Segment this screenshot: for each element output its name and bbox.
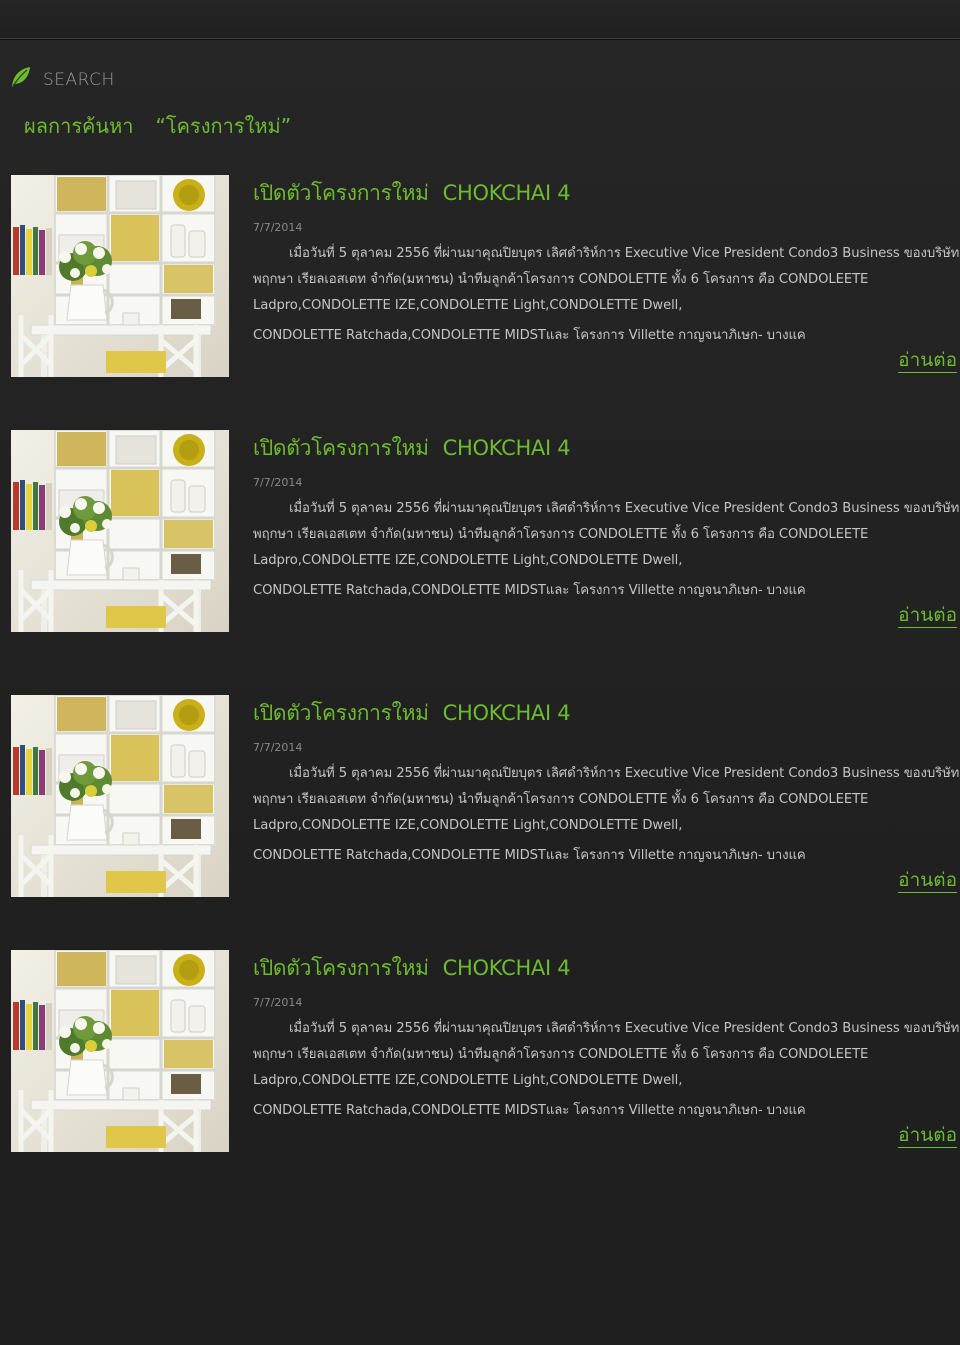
result-query: “โครงการใหม่”: [155, 114, 292, 138]
excerpt-line: CONDOLETTE Ratchada,CONDOLETTE MIDSTและ …: [253, 848, 806, 863]
article-date: 7/7/2014: [253, 996, 303, 1009]
article-thumbnail[interactable]: [11, 695, 229, 897]
excerpt-line: Ladpro,CONDOLETTE IZE,CONDOLETTE Light,C…: [253, 1073, 683, 1088]
article-excerpt: เมื่อวันที่ 5 ตุลาคม 2556 ที่ผ่านมาคุณปิ…: [253, 496, 960, 604]
read-more-link[interactable]: อ่านต่อ: [898, 604, 957, 628]
search-result-title: ผลการค้นหา “โครงการใหม่”: [24, 110, 291, 142]
article-thumbnail[interactable]: [11, 950, 229, 1152]
excerpt-line: พฤกษา เรียลเอสเตท จำกัด(มหาชน) นำทีมลูกค…: [253, 1047, 869, 1062]
read-more-link[interactable]: อ่านต่อ: [898, 869, 957, 893]
article-title-text: เปิดตัวโครงการใหม่: [253, 701, 429, 725]
article-date: 7/7/2014: [253, 476, 303, 489]
search-heading: SEARCH: [10, 60, 115, 94]
article-excerpt: เมื่อวันที่ 5 ตุลาคม 2556 ที่ผ่านมาคุณปิ…: [253, 241, 960, 349]
article-project-name: CHOKCHAI 4: [442, 181, 571, 205]
excerpt-line: พฤกษา เรียลเอสเตท จำกัด(มหาชน) นำทีมลูกค…: [253, 792, 869, 807]
article-date: 7/7/2014: [253, 741, 303, 754]
article-date: 7/7/2014: [253, 221, 303, 234]
article-project-name: CHOKCHAI 4: [442, 956, 571, 980]
excerpt-line: CONDOLETTE Ratchada,CONDOLETTE MIDSTและ …: [253, 583, 806, 598]
article-excerpt: เมื่อวันที่ 5 ตุลาคม 2556 ที่ผ่านมาคุณปิ…: [253, 761, 960, 869]
excerpt-line: CONDOLETTE Ratchada,CONDOLETTE MIDSTและ …: [253, 1103, 806, 1118]
kitchen-shelf-photo-icon: [11, 175, 229, 377]
excerpt-line: Ladpro,CONDOLETTE IZE,CONDOLETTE Light,C…: [253, 818, 683, 833]
read-more-link[interactable]: อ่านต่อ: [898, 349, 957, 373]
excerpt-line: เมื่อวันที่ 5 ตุลาคม 2556 ที่ผ่านมาคุณปิ…: [289, 1021, 960, 1036]
kitchen-shelf-photo-icon: [11, 695, 229, 897]
article-title[interactable]: เปิดตัวโครงการใหม่ CHOKCHAI 4: [253, 952, 571, 985]
article-title-text: เปิดตัวโครงการใหม่: [253, 436, 429, 460]
kitchen-shelf-photo-icon: [11, 950, 229, 1152]
article-title[interactable]: เปิดตัวโครงการใหม่ CHOKCHAI 4: [253, 697, 571, 730]
article-title[interactable]: เปิดตัวโครงการใหม่ CHOKCHAI 4: [253, 432, 571, 465]
article-project-name: CHOKCHAI 4: [442, 701, 571, 725]
leaf-icon: [10, 65, 32, 89]
article-title[interactable]: เปิดตัวโครงการใหม่ CHOKCHAI 4: [253, 177, 571, 210]
search-label: SEARCH: [43, 70, 115, 90]
article-project-name: CHOKCHAI 4: [442, 436, 571, 460]
result-prefix: ผลการค้นหา: [24, 114, 134, 138]
article-item: เปิดตัวโครงการใหม่ CHOKCHAI 4 7/7/2014 เม…: [0, 695, 960, 905]
article-title-text: เปิดตัวโครงการใหม่: [253, 956, 429, 980]
article-item: เปิดตัวโครงการใหม่ CHOKCHAI 4 7/7/2014 เม…: [0, 430, 960, 640]
excerpt-line: พฤกษา เรียลเอสเตท จำกัด(มหาชน) นำทีมลูกค…: [253, 527, 869, 542]
article-thumbnail[interactable]: [11, 430, 229, 632]
excerpt-line: Ladpro,CONDOLETTE IZE,CONDOLETTE Light,C…: [253, 298, 683, 313]
article-item: เปิดตัวโครงการใหม่ CHOKCHAI 4 7/7/2014 เม…: [0, 950, 960, 1160]
read-more-link[interactable]: อ่านต่อ: [898, 1124, 957, 1148]
top-bar: [0, 0, 960, 39]
excerpt-line: เมื่อวันที่ 5 ตุลาคม 2556 ที่ผ่านมาคุณปิ…: [289, 501, 960, 516]
article-thumbnail[interactable]: [11, 175, 229, 377]
excerpt-line: CONDOLETTE Ratchada,CONDOLETTE MIDSTและ …: [253, 328, 806, 343]
article-item: เปิดตัวโครงการใหม่ CHOKCHAI 4 7/7/2014 เม…: [0, 175, 960, 385]
kitchen-shelf-photo-icon: [11, 430, 229, 632]
excerpt-line: พฤกษา เรียลเอสเตท จำกัด(มหาชน) นำทีมลูกค…: [253, 272, 869, 287]
excerpt-line: เมื่อวันที่ 5 ตุลาคม 2556 ที่ผ่านมาคุณปิ…: [289, 246, 960, 261]
excerpt-line: เมื่อวันที่ 5 ตุลาคม 2556 ที่ผ่านมาคุณปิ…: [289, 766, 960, 781]
excerpt-line: Ladpro,CONDOLETTE IZE,CONDOLETTE Light,C…: [253, 553, 683, 568]
article-title-text: เปิดตัวโครงการใหม่: [253, 181, 429, 205]
article-excerpt: เมื่อวันที่ 5 ตุลาคม 2556 ที่ผ่านมาคุณปิ…: [253, 1016, 960, 1124]
